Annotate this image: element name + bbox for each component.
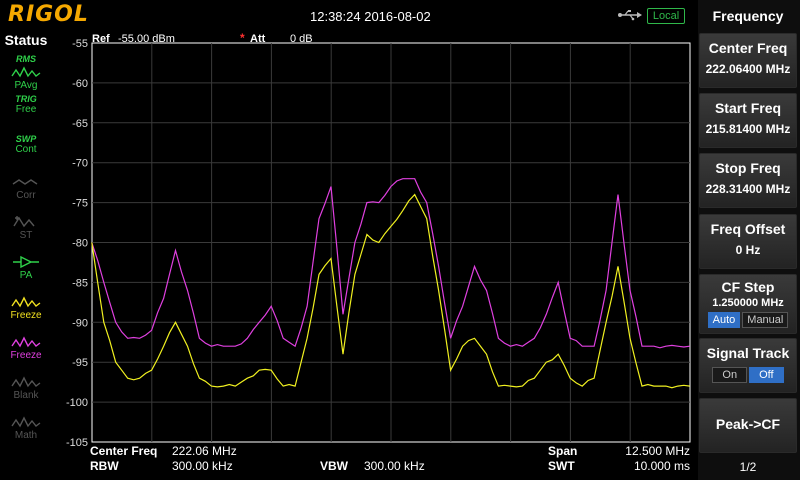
swt-label: SWT xyxy=(548,459,575,473)
y-tick-label: -85 xyxy=(72,277,88,289)
y-tick-label: -80 xyxy=(72,238,88,250)
status-item: Math xyxy=(4,414,48,454)
status-item: ST xyxy=(4,214,48,254)
start-freq-label: Start Freq xyxy=(714,100,782,116)
rbw-value: 300.00 kHz xyxy=(172,459,233,473)
status-item-label: Math xyxy=(14,430,38,441)
ref-value: -55.00 dBm xyxy=(118,33,175,45)
signal-track-softkey[interactable]: Signal Track On Off xyxy=(699,338,797,393)
center-freq-footer-label: Center Freq xyxy=(90,444,157,458)
status-item: RMS PAvg xyxy=(4,54,48,94)
stop-freq-label: Stop Freq xyxy=(715,160,781,176)
y-tick-label: -65 xyxy=(72,118,88,130)
span-label: Span xyxy=(548,444,577,458)
softkey-menu: Frequency Center Freq 222.06400 MHz Star… xyxy=(698,0,800,480)
status-item: SWP Cont xyxy=(4,134,48,174)
signal-track-off-option[interactable]: Off xyxy=(749,367,784,383)
rbw-label: RBW xyxy=(90,459,119,473)
y-tick-label: -90 xyxy=(72,317,88,329)
ref-label: Ref xyxy=(92,33,110,45)
status-title: Status xyxy=(4,32,48,48)
menu-title: Frequency xyxy=(712,8,784,24)
vbw-label: VBW xyxy=(320,459,349,473)
trace-icon xyxy=(11,416,41,428)
status-item: Freeze xyxy=(4,334,48,374)
y-tick-label: -105 xyxy=(66,437,88,449)
status-item-top: SWP xyxy=(15,134,37,144)
cf-step-value: 1.250000 MHz xyxy=(712,297,784,309)
swt-value: 10.000 ms xyxy=(634,459,690,473)
peak-to-cf-softkey[interactable]: Peak->CF xyxy=(699,398,797,453)
att-value: 0 dB xyxy=(290,33,313,45)
top-bar: RIGOL 12:38:24 2016-08-02 Local xyxy=(0,0,698,30)
status-item-top: TRIG xyxy=(15,94,37,104)
corr-icon xyxy=(12,179,38,185)
trace-icon xyxy=(11,336,41,348)
status-item-label: Freeze xyxy=(10,350,42,361)
status-item-label: Corr xyxy=(16,190,36,201)
cf-step-auto-option[interactable]: Auto xyxy=(707,312,741,328)
y-tick-label: -70 xyxy=(72,158,88,170)
center-freq-value: 222.06400 MHz xyxy=(705,62,791,76)
status-item-label: PA xyxy=(19,270,33,281)
start-freq-value: 215.81400 MHz xyxy=(705,122,791,136)
status-item-label: Freeze xyxy=(10,310,42,321)
status-item: Freeze xyxy=(4,294,48,334)
peak-to-cf-label: Peak->CF xyxy=(715,416,781,432)
signal-track-label: Signal Track xyxy=(706,345,790,361)
center-freq-footer-value: 222.06 MHz xyxy=(172,444,237,458)
trace-icon xyxy=(11,296,41,308)
y-tick-label: -60 xyxy=(72,78,88,90)
y-tick-label: -75 xyxy=(72,198,88,210)
status-item-label: Cont xyxy=(15,144,37,155)
spectrum-plot: -55 -60 -65 -70 -75 -80 -85 -90 -95 -100 -105 Ref -5… xyxy=(66,31,691,473)
status-item: PA xyxy=(4,254,48,294)
status-column: Status RMS PAvg TRIG Free SWP Cont Corr ST PA Fre… xyxy=(0,30,52,480)
cf-step-softkey[interactable]: CF Step 1.250000 MHz Auto Manual xyxy=(699,274,797,334)
center-freq-label: Center Freq xyxy=(708,40,788,56)
st-icon xyxy=(13,216,35,228)
y-tick-label: -55 xyxy=(72,38,88,50)
freq-offset-label: Freq Offset xyxy=(710,221,786,237)
signal-track-on-option[interactable]: On xyxy=(712,367,748,383)
status-item-label: ST xyxy=(19,230,33,241)
status-item-label: Blank xyxy=(13,390,39,401)
usb-icon xyxy=(618,10,642,21)
cf-step-manual-option[interactable]: Manual xyxy=(742,312,789,328)
local-badge[interactable]: Local xyxy=(647,8,685,24)
start-freq-softkey[interactable]: Start Freq 215.81400 MHz xyxy=(699,93,797,148)
status-item: Blank xyxy=(4,374,48,414)
preamp-icon xyxy=(13,255,39,269)
span-value: 12.500 MHz xyxy=(625,444,690,458)
att-label: Att xyxy=(250,33,266,45)
trace-rms-icon xyxy=(11,66,41,78)
status-item-label: PAvg xyxy=(14,80,38,91)
y-tick-label: -100 xyxy=(66,397,88,409)
stop-freq-softkey[interactable]: Stop Freq 228.31400 MHz xyxy=(699,153,797,208)
status-item: TRIG Free xyxy=(4,94,48,134)
freq-offset-value: 0 Hz xyxy=(735,243,761,257)
trace-icon xyxy=(11,376,41,388)
status-item-label: Free xyxy=(15,104,37,115)
y-tick-label: -95 xyxy=(72,357,88,369)
center-freq-softkey[interactable]: Center Freq 222.06400 MHz xyxy=(699,33,797,88)
rigol-logo: RIGOL xyxy=(8,2,89,27)
date-time: 12:38:24 2016-08-02 xyxy=(310,9,431,24)
stop-freq-value: 228.31400 MHz xyxy=(705,182,791,196)
status-item-top: RMS xyxy=(16,54,36,64)
att-asterisk-icon: * xyxy=(240,31,245,45)
vbw-value: 300.00 kHz xyxy=(364,459,425,473)
freq-offset-softkey[interactable]: Freq Offset 0 Hz xyxy=(699,214,797,269)
status-item: Corr xyxy=(4,174,48,214)
menu-page-indicator: 1/2 xyxy=(739,460,757,474)
spectrum-display[interactable]: -55 -60 -65 -70 -75 -80 -85 -90 -95 -100 -105 Ref -5… xyxy=(52,30,698,480)
cf-step-label: CF Step xyxy=(721,279,775,295)
